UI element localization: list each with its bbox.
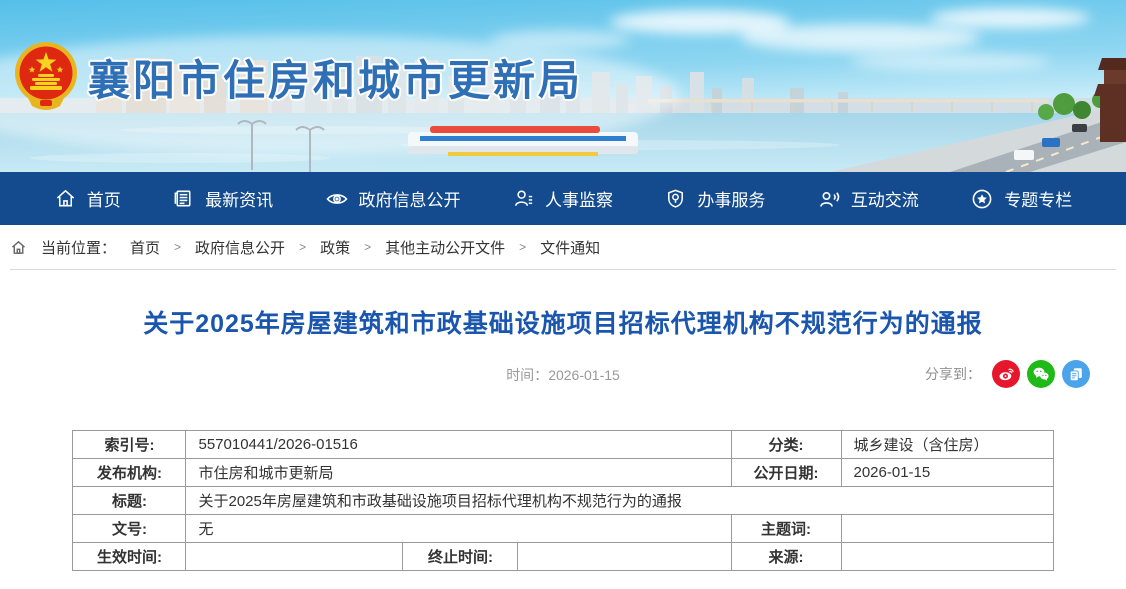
nav-item-label: 专题专栏 [1004, 186, 1072, 211]
document-info-table: 索引号: 557010441/2026-01516 分类: 城乡建设（含住房） … [72, 430, 1053, 571]
star-icon [970, 187, 994, 211]
doc-title-value: 关于2025年房屋建筑和市政基础设施项目招标代理机构不规范行为的通报 [186, 487, 1053, 515]
breadcrumb-link-gov-info[interactable]: 政府信息公开 [195, 237, 285, 258]
copy-link-icon [1068, 366, 1084, 382]
source-value [841, 543, 1053, 571]
issuing-agency-value: 市住房和城市更新局 [186, 459, 731, 487]
nav-item-news[interactable]: 最新资讯 [172, 186, 273, 211]
table-row: 发布机构: 市住房和城市更新局 公开日期: 2026-01-15 [73, 459, 1053, 487]
nav-item-label: 政府信息公开 [359, 186, 461, 211]
share-label: 分享到： [925, 364, 981, 384]
publish-date-label: 公开日期: [731, 459, 841, 487]
breadcrumb: 当前位置： 首页 > 政府信息公开 > 政策 > 其他主动公开文件 > 文件通知 [10, 225, 1116, 270]
home-small-icon [10, 239, 27, 256]
home-icon [54, 187, 77, 210]
document-number-label: 文号: [73, 515, 186, 543]
publish-date-value: 2026-01-15 [841, 459, 1053, 487]
source-label: 来源: [731, 543, 841, 571]
breadcrumb-bar: 当前位置： 首页 > 政府信息公开 > 政策 > 其他主动公开文件 > 文件通知 [0, 225, 1126, 270]
article-main: 关于2025年房屋建筑和市政基础设施项目招标代理机构不规范行为的通报 时间：20… [0, 304, 1126, 571]
share-bar: 分享到： [925, 360, 1090, 388]
breadcrumb-link-document-notice[interactable]: 文件通知 [540, 237, 600, 258]
news-icon [172, 187, 195, 210]
nav-item-personnel[interactable]: 人事监察 [512, 186, 613, 211]
breadcrumb-current-label: 当前位置： [41, 237, 116, 258]
category-value: 城乡建设（含住房） [841, 431, 1053, 459]
time-label: 时间： [506, 367, 548, 383]
table-row: 生效时间: 终止时间: 来源: [73, 543, 1053, 571]
wechat-icon [1032, 365, 1050, 383]
table-row: 索引号: 557010441/2026-01516 分类: 城乡建设（含住房） [73, 431, 1053, 459]
breadcrumb-separator: > [519, 240, 526, 254]
breadcrumb-link-other-public-docs[interactable]: 其他主动公开文件 [385, 237, 505, 258]
keywords-label: 主题词: [731, 515, 841, 543]
page-title: 关于2025年房屋建筑和市政基础设施项目招标代理机构不规范行为的通报 [0, 304, 1126, 340]
share-copy-link-button[interactable] [1062, 360, 1090, 388]
breadcrumb-separator: > [174, 240, 181, 254]
index-number-label: 索引号: [73, 431, 186, 459]
nav-item-label: 人事监察 [545, 186, 613, 211]
share-wechat-button[interactable] [1027, 360, 1055, 388]
nav-item-home[interactable]: 首页 [54, 186, 121, 211]
category-label: 分类: [731, 431, 841, 459]
document-number-value: 无 [186, 515, 731, 543]
share-weibo-button[interactable] [992, 360, 1020, 388]
nav-item-special-topics[interactable]: 专题专栏 [970, 186, 1072, 211]
chat-icon [817, 187, 841, 211]
site-banner: 襄阳市住房和城市更新局 [0, 0, 1126, 172]
time-value: 2026-01-15 [548, 367, 620, 383]
national-emblem-icon [14, 40, 78, 114]
doc-title-label: 标题: [73, 487, 186, 515]
eye-icon [325, 187, 349, 211]
person-icon [512, 187, 535, 210]
nav-item-label: 办事服务 [697, 186, 765, 211]
end-date-value [518, 543, 731, 571]
effective-date-value [186, 543, 403, 571]
nav-item-interaction[interactable]: 互动交流 [817, 186, 919, 211]
article-meta: 时间：2026-01-15 分享到： [0, 360, 1126, 390]
end-date-label: 终止时间: [403, 543, 518, 571]
main-nav: 首页 最新资讯 政府信息公开 人事监察 办事服务 [0, 172, 1126, 225]
breadcrumb-separator: > [364, 240, 371, 254]
nav-item-label: 最新资讯 [205, 186, 273, 211]
breadcrumb-separator: > [299, 240, 306, 254]
nav-item-services[interactable]: 办事服务 [664, 186, 765, 211]
issuing-agency-label: 发布机构: [73, 459, 186, 487]
breadcrumb-link-policy[interactable]: 政策 [320, 237, 350, 258]
weibo-icon [998, 366, 1015, 383]
site-title: 襄阳市住房和城市更新局 [88, 47, 583, 108]
nav-item-label: 互动交流 [851, 186, 919, 211]
index-number-value: 557010441/2026-01516 [186, 431, 731, 459]
effective-date-label: 生效时间: [73, 543, 186, 571]
nav-item-gov-info[interactable]: 政府信息公开 [325, 186, 461, 211]
breadcrumb-link-home[interactable]: 首页 [130, 237, 160, 258]
shield-icon [664, 187, 687, 210]
keywords-value [841, 515, 1053, 543]
table-row: 标题: 关于2025年房屋建筑和市政基础设施项目招标代理机构不规范行为的通报 [73, 487, 1053, 515]
table-row: 文号: 无 主题词: [73, 515, 1053, 543]
nav-item-label: 首页 [87, 186, 121, 211]
